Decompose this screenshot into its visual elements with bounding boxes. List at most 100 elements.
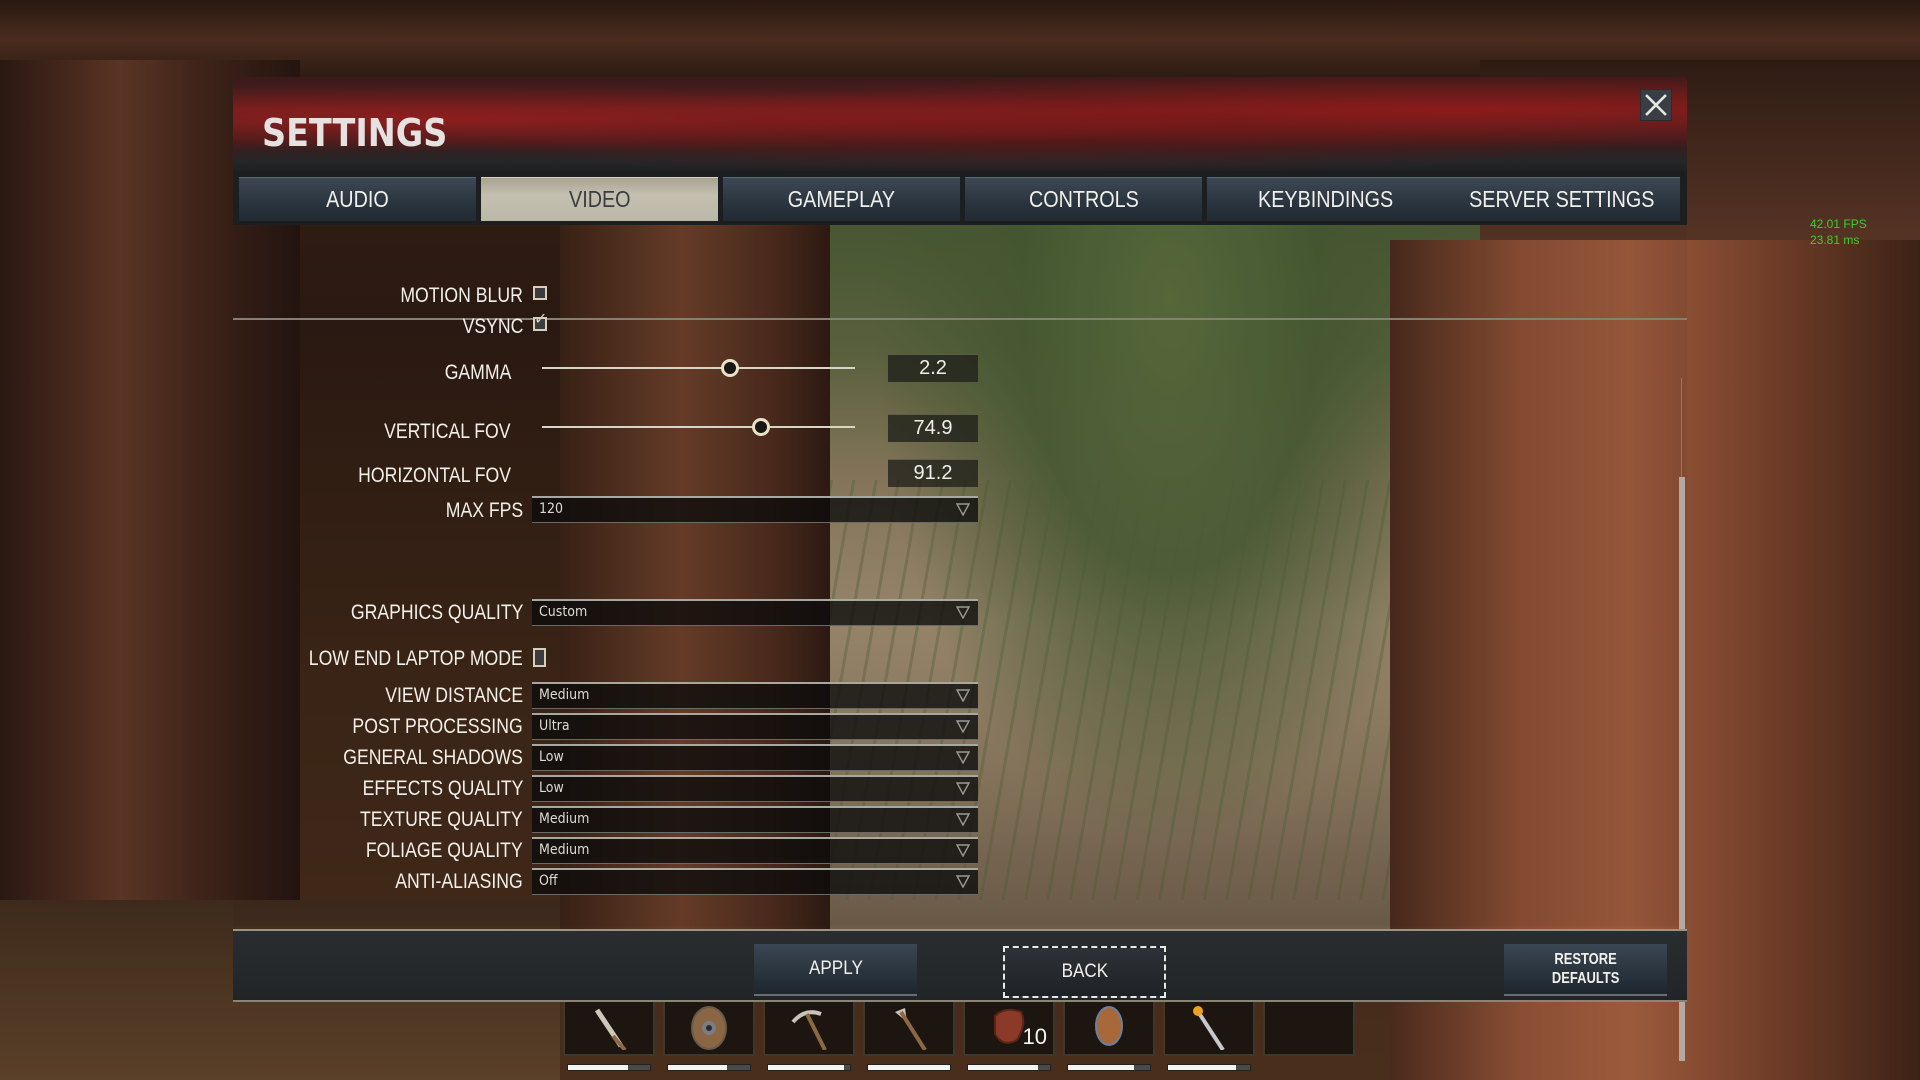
quality-setting-label: FOLIAGE QUALITY bbox=[366, 839, 523, 862]
dropdown-value: Custom bbox=[539, 604, 588, 620]
tab-controls[interactable]: CONTROLS bbox=[965, 177, 1202, 221]
tab-keybindings[interactable]: KEYBINDINGS bbox=[1207, 177, 1444, 221]
frame-time-value: 23.81 ms bbox=[1810, 233, 1860, 247]
video-settings-content: MOTION BLUR VSYNC ✓ GAMMA 2.2 VERTICAL F… bbox=[233, 226, 1687, 1061]
hotbar-slot[interactable] bbox=[863, 1002, 955, 1056]
max-fps-dropdown[interactable]: 120 bbox=[532, 496, 978, 523]
tab-video[interactable]: VIDEO bbox=[481, 177, 718, 221]
tab-audio[interactable]: AUDIO bbox=[239, 177, 476, 221]
vertical-fov-value: 74.9 bbox=[888, 414, 978, 442]
quality-setting-label: ANTI-ALIASING bbox=[395, 870, 523, 893]
tab-label: AUDIO bbox=[326, 186, 389, 212]
motion-blur-checkbox[interactable] bbox=[533, 286, 547, 300]
close-icon bbox=[1645, 94, 1667, 116]
durability-bar bbox=[767, 1064, 851, 1071]
hotbar-slot[interactable] bbox=[1063, 1002, 1155, 1056]
durability-fill bbox=[668, 1065, 728, 1070]
slider-knob[interactable] bbox=[752, 418, 771, 436]
close-button[interactable] bbox=[1640, 89, 1672, 121]
dropdown-value: Off bbox=[539, 873, 558, 889]
hotbar: 10 bbox=[563, 1002, 1363, 1080]
tab-gameplay[interactable]: GAMEPLAY bbox=[723, 177, 960, 221]
graphics-quality-dropdown[interactable]: Custom bbox=[532, 599, 978, 626]
chevron-down-icon bbox=[956, 720, 970, 733]
quality-setting-label: TEXTURE QUALITY bbox=[360, 808, 523, 831]
quality-setting-label: VIEW DISTANCE bbox=[385, 684, 523, 707]
hotbar-slot[interactable] bbox=[1163, 1002, 1255, 1056]
slider-track bbox=[542, 367, 855, 369]
wooden-shield-icon bbox=[691, 1006, 727, 1050]
quality-setting-dropdown[interactable]: Off bbox=[532, 868, 978, 895]
durability-fill bbox=[1168, 1065, 1237, 1070]
chevron-down-icon bbox=[956, 503, 970, 516]
item-count: 10 bbox=[1022, 1024, 1047, 1049]
tab-server-settings[interactable]: SERVER SETTINGS bbox=[1443, 177, 1680, 221]
settings-panel: SETTINGS AUDIO VIDEO GAMEPLAY CONTROLS K… bbox=[233, 77, 1687, 1061]
hotbar-slot[interactable] bbox=[763, 1002, 855, 1056]
chevron-down-icon bbox=[956, 813, 970, 826]
checkmark-icon: ✓ bbox=[534, 309, 548, 328]
vertical-fov-slider[interactable] bbox=[542, 417, 855, 437]
horizontal-fov-value: 91.2 bbox=[888, 459, 978, 487]
gamma-slider[interactable] bbox=[542, 358, 855, 378]
low-end-laptop-mode-label: LOW END LAPTOP MODE bbox=[308, 647, 523, 670]
vsync-checkbox[interactable]: ✓ bbox=[533, 311, 547, 331]
quality-setting-dropdown[interactable]: Low bbox=[532, 775, 978, 802]
gamma-value: 2.2 bbox=[888, 354, 978, 382]
durability-fill bbox=[568, 1065, 628, 1070]
gamma-label: GAMMA bbox=[444, 361, 511, 384]
motion-blur-label: MOTION BLUR bbox=[400, 284, 523, 307]
tab-label: CONTROLS bbox=[1028, 186, 1139, 212]
hotbar-slot[interactable]: 10 bbox=[963, 1002, 1055, 1056]
stone-hatchet-icon bbox=[895, 1008, 927, 1050]
chevron-down-icon bbox=[956, 751, 970, 764]
torch-icon bbox=[1193, 1006, 1225, 1050]
fps-counter: 42.01 FPS 23.81 ms bbox=[1810, 216, 1867, 248]
apply-button[interactable]: APPLY bbox=[754, 944, 917, 996]
quality-setting-dropdown[interactable]: Low bbox=[532, 744, 978, 771]
dropdown-value: Medium bbox=[539, 842, 590, 858]
restore-defaults-button[interactable]: RESTORE DEFAULTS bbox=[1504, 944, 1667, 996]
chevron-down-icon bbox=[956, 782, 970, 795]
back-button[interactable]: BACK bbox=[1003, 946, 1166, 998]
vsync-label: VSYNC bbox=[462, 315, 523, 338]
dropdown-value: Medium bbox=[539, 811, 590, 827]
fps-value: 42.01 FPS bbox=[1810, 217, 1867, 231]
quality-setting-dropdown[interactable]: Ultra bbox=[532, 713, 978, 740]
quality-setting-dropdown[interactable]: Medium bbox=[532, 682, 978, 709]
dropdown-value: Ultra bbox=[539, 718, 570, 734]
durability-bar bbox=[867, 1064, 951, 1071]
dropdown-value: Low bbox=[539, 749, 564, 765]
horizontal-fov-label: HORIZONTAL FOV bbox=[358, 464, 511, 487]
durability-fill bbox=[768, 1065, 845, 1070]
durability-bar bbox=[567, 1064, 651, 1071]
hotbar-slot[interactable] bbox=[663, 1002, 755, 1056]
panel-header: SETTINGS bbox=[233, 77, 1687, 171]
quality-setting-label: POST PROCESSING bbox=[352, 715, 523, 738]
durability-bar bbox=[1167, 1064, 1251, 1071]
durability-fill bbox=[868, 1065, 950, 1070]
max-fps-label: MAX FPS bbox=[445, 499, 523, 522]
tab-label: VIDEO bbox=[568, 186, 631, 212]
low-end-laptop-mode-checkbox[interactable] bbox=[533, 648, 546, 667]
chevron-down-icon bbox=[956, 875, 970, 888]
quality-setting-label: GENERAL SHADOWS bbox=[343, 746, 523, 769]
quality-setting-dropdown[interactable]: Medium bbox=[532, 837, 978, 864]
durability-fill bbox=[1068, 1065, 1134, 1070]
hotbar-slot[interactable] bbox=[1263, 1002, 1355, 1056]
seed-icon bbox=[1095, 1006, 1123, 1046]
slider-knob[interactable] bbox=[720, 359, 739, 377]
scrollbar-track[interactable] bbox=[1681, 378, 1682, 478]
dropdown-value: 120 bbox=[539, 501, 564, 517]
graphics-quality-label: GRAPHICS QUALITY bbox=[350, 601, 523, 624]
panel-footer: APPLY BACK RESTORE DEFAULTS bbox=[233, 929, 1687, 1002]
durability-fill bbox=[968, 1065, 1038, 1070]
hotbar-slot[interactable] bbox=[563, 1002, 655, 1056]
page-title: SETTINGS bbox=[262, 111, 448, 155]
quality-setting-dropdown[interactable]: Medium bbox=[532, 806, 978, 833]
stone-pickaxe-icon bbox=[791, 1010, 827, 1050]
tab-label: KEYBINDINGS bbox=[1257, 186, 1394, 212]
quality-setting-label: EFFECTS QUALITY bbox=[362, 777, 523, 800]
chevron-down-icon bbox=[956, 689, 970, 702]
durability-bar bbox=[967, 1064, 1051, 1071]
